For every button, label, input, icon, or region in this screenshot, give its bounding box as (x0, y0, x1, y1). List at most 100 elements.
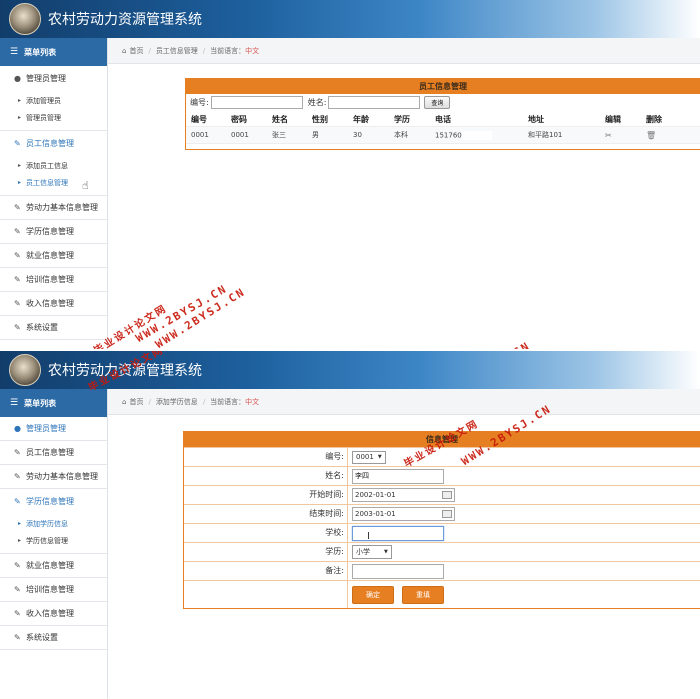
edit-icon[interactable]: ✂ (605, 131, 612, 140)
watermark-site: WWW.2BYSJ.CN (438, 339, 533, 349)
sidebar-item-training[interactable]: ✎ 培训信息管理 (0, 578, 107, 602)
hand-cursor-icon: ☝ (82, 179, 89, 192)
start-date-field[interactable]: 2002-01-01 (352, 488, 455, 502)
sidebar-item-admin[interactable]: ● 管理员管理 (0, 417, 107, 441)
edit-icon: ✎ (14, 203, 21, 212)
sidebar-item-employee[interactable]: ✎ 员工信息管理 (0, 441, 107, 465)
search-bar: 编号: 姓名: 查询 (186, 94, 700, 111)
sidebar-item-education[interactable]: ✎ 学历信息管理 (0, 220, 107, 244)
submit-button[interactable]: 确定 (352, 585, 394, 604)
sidebar-item-employee[interactable]: ✎ 员工信息管理 (0, 131, 107, 155)
chevron-down-icon: ▼ (384, 549, 388, 555)
column-header: 地址 (528, 115, 544, 124)
form-row-school: 学校: (184, 523, 700, 542)
avatar[interactable] (9, 3, 41, 35)
search-name-label: 姓名: (307, 98, 327, 107)
query-button[interactable]: 查询 (424, 96, 451, 109)
name-field[interactable] (352, 468, 444, 484)
sidebar-item-income[interactable]: ✎ 收入信息管理 (0, 602, 107, 626)
submenu-label: 添加管理员 (26, 96, 61, 105)
phone-mask (462, 130, 493, 140)
cell-password: 0001 (226, 126, 267, 144)
calendar-icon[interactable] (442, 491, 452, 499)
degree-select[interactable]: 小学 ▼ (352, 545, 392, 559)
sidebar-item-label: 系统设置 (26, 323, 58, 332)
caret-right-icon: ▸ (18, 179, 22, 186)
sidebar-item-label: 管理员管理 (26, 73, 66, 83)
column-header: 编辑 (605, 115, 621, 124)
caret-right-icon: ▸ (18, 537, 22, 544)
breadcrumb-separator: / (148, 46, 151, 55)
list-icon: ☰ (10, 47, 19, 57)
cell-delete: 🗑 (641, 126, 700, 144)
search-id-input[interactable] (210, 96, 303, 109)
breadcrumb-lang-label: 当前语言： (210, 46, 246, 55)
calendar-icon[interactable] (442, 510, 452, 518)
employee-table: 编号 密码 姓名 性别 年龄 学历 电话 地址 编辑 删除 0001 0001 … (186, 113, 700, 144)
reset-button[interactable]: 重填 (402, 585, 444, 604)
breadcrumb-home[interactable]: 首页 (129, 397, 143, 407)
sidebar-header: ☰ 菜单列表 (0, 38, 107, 66)
sidebar-item-employment[interactable]: ✎ 就业信息管理 (0, 554, 107, 578)
employee-submenu: ▸ 添加员工信息 ▸ 员工信息管理 (0, 155, 107, 196)
sidebar-item-label: 就业信息管理 (26, 251, 74, 260)
panel-title: 员工信息管理 (186, 79, 700, 94)
sidebar-header-label: 菜单列表 (24, 398, 57, 408)
table-row: 0001 0001 张三 男 30 本科 1517608 和平路101 ✂ 🗑 (186, 126, 700, 144)
sidebar-item-settings[interactable]: ✎ 系统设置 (0, 316, 107, 340)
id-label: 编号: (184, 448, 348, 466)
edit-icon: ✎ (14, 609, 21, 618)
submenu-manage-employee[interactable]: ▸ 员工信息管理 (0, 174, 107, 191)
breadcrumb-page[interactable]: 员工信息管理 (156, 46, 198, 56)
column-header: 删除 (646, 115, 662, 124)
breadcrumb-home[interactable]: 首页 (129, 46, 143, 56)
edit-icon: ✎ (14, 275, 21, 284)
column-header: 电话 (435, 115, 451, 124)
edit-icon: ✎ (14, 323, 21, 332)
breadcrumb-separator: / (202, 46, 206, 55)
end-date-field[interactable]: 2003-01-01 (352, 507, 455, 521)
submenu-add-employee[interactable]: ▸ 添加员工信息 (0, 157, 107, 174)
screenshot-add-education: 农村劳动力资源管理系统 ☰ 菜单列表 ● 管理员管理 ✎ 员工信息管理 ✎ 劳动… (0, 351, 700, 699)
submenu-label: 员工信息管理 (26, 178, 68, 187)
breadcrumb-separator: / (148, 397, 151, 406)
chevron-down-icon: ▼ (377, 454, 382, 460)
column-header: 姓名 (272, 115, 288, 124)
sidebar-item-labor[interactable]: ✎ 劳动力基本信息管理 (0, 196, 107, 220)
school-field[interactable] (352, 525, 444, 541)
sidebar-item-labor[interactable]: ✎ 劳动力基本信息管理 (0, 465, 107, 489)
note-label: 备注: (184, 562, 348, 580)
start-label: 开始时间: (184, 486, 348, 504)
submenu-add-admin[interactable]: ▸ 添加管理员 (0, 92, 107, 109)
sidebar-item-label: 劳动力基本信息管理 (26, 472, 98, 481)
sidebar-item-education[interactable]: ✎ 学历信息管理 (0, 489, 107, 513)
admin-submenu: ▸ 添加管理员 ▸ 管理员管理 (0, 90, 107, 131)
id-select[interactable]: 0001 ▼ (352, 450, 386, 464)
id-select-value: 0001 (356, 453, 374, 461)
cell-education: 本科 (389, 126, 430, 144)
sidebar-item-employment[interactable]: ✎ 就业信息管理 (0, 244, 107, 268)
sidebar-item-label: 管理员管理 (26, 424, 66, 433)
breadcrumb-page[interactable]: 添加学历信息 (156, 397, 198, 407)
sidebar-item-admin[interactable]: ● 管理员管理 (0, 66, 107, 90)
sidebar-item-training[interactable]: ✎ 培训信息管理 (0, 268, 107, 292)
cell-id: 0001 (186, 126, 226, 144)
submenu-add-education[interactable]: ▸ 添加学历信息 (0, 515, 107, 532)
note-field[interactable] (352, 563, 444, 579)
column-header: 性别 (312, 115, 328, 124)
sidebar-item-income[interactable]: ✎ 收入信息管理 (0, 292, 107, 316)
education-submenu: ▸ 添加学历信息 ▸ 学历信息管理 (0, 513, 107, 554)
sidebar-item-label: 员工信息管理 (26, 138, 74, 148)
sidebar-item-settings[interactable]: ✎ 系统设置 (0, 626, 107, 650)
submenu-manage-admin[interactable]: ▸ 管理员管理 (0, 109, 107, 126)
submenu-label: 管理员管理 (26, 113, 61, 122)
edit-icon: ✎ (14, 251, 21, 260)
edit-icon: ✎ (14, 448, 21, 457)
breadcrumb-lang-label: 当前语言： (210, 397, 246, 406)
trash-icon[interactable]: 🗑 (646, 131, 656, 140)
search-name-input[interactable] (328, 96, 421, 109)
submenu-manage-education[interactable]: ▸ 学历信息管理 (0, 532, 107, 549)
edit-icon: ✎ (14, 585, 21, 594)
avatar[interactable] (9, 354, 41, 386)
employee-panel: 员工信息管理 编号: 姓名: 查询 编号 密码 姓名 性别 年龄 学历 电话 地… (185, 78, 700, 150)
